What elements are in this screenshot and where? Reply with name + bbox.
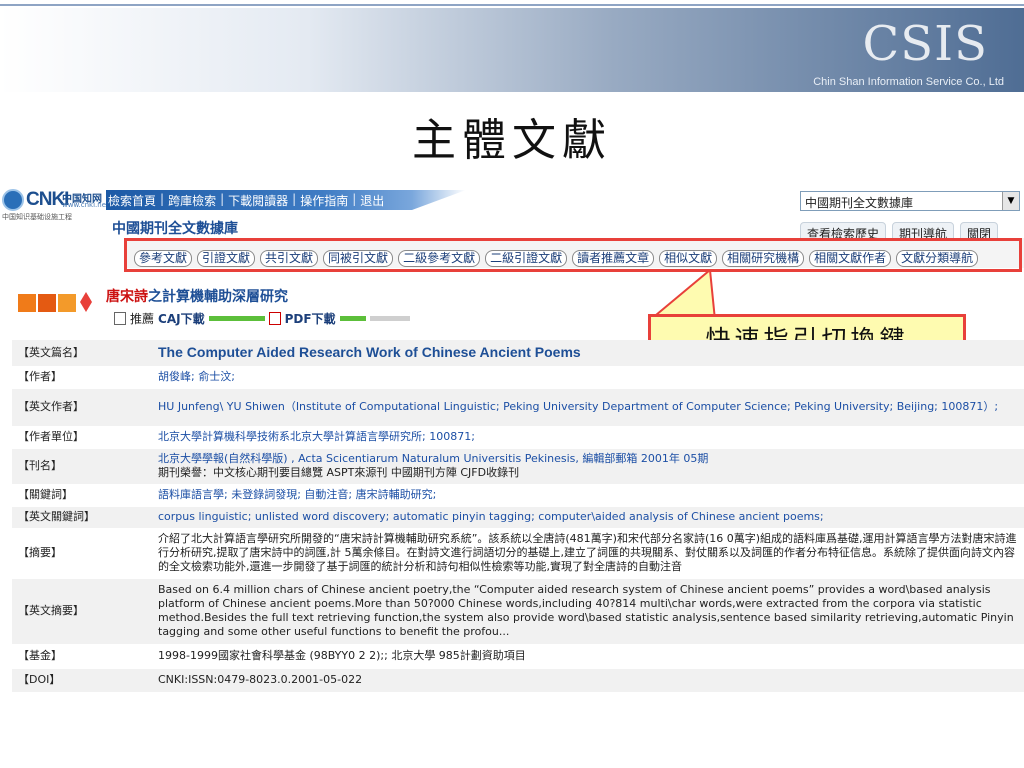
- slide-title: 主體文獻: [412, 115, 612, 166]
- fund-value: 1998-1999國家社會科學基金 (98BYY0 2 2);; 北京大學 98…: [158, 649, 526, 662]
- nav-download-reader[interactable]: 下載閱讀器: [228, 192, 288, 208]
- table-row: 【英文篇名】 The Computer Aided Research Work …: [12, 340, 1024, 367]
- pdf-popularity-bar-remaining: [369, 316, 410, 321]
- dropdown-arrow-icon[interactable]: ▼: [1002, 192, 1019, 210]
- table-row: 【關鍵詞】 語料庫語言學; 未登錄詞發現; 自動注音; 唐宋詩輔助研究;: [12, 484, 1024, 507]
- nav-separator: |: [220, 192, 225, 206]
- english-abstract-value: Based on 6.4 million chars of Chinese an…: [158, 583, 1014, 638]
- csis-logo: CSIS: [862, 16, 988, 72]
- table-row: 【作者】 胡俊峰; 俞士汶;: [12, 366, 1024, 389]
- table-row: 【基金】 1998-1999國家社會科學基金 (98BYY0 2 2);; 北京…: [12, 644, 1024, 669]
- table-row: 【刊名】 北京大學學報(自然科學版) , Acta Scicentiarum N…: [12, 448, 1024, 485]
- cnki-logo[interactable]: CNKI 中国知网 www.cnki.net: [2, 189, 109, 211]
- author-value[interactable]: 胡俊峰; 俞士汶;: [158, 370, 235, 383]
- table-row: 【英文關鍵詞】 corpus linguistic; unlisted word…: [12, 506, 1024, 529]
- affiliation-value[interactable]: 北京大學計算機科學技術系北京大學計算語言學研究所; 100871;: [158, 430, 475, 443]
- nav-separator: |: [160, 192, 165, 206]
- pdf-download-link[interactable]: PDF下載: [285, 310, 336, 327]
- caj-popularity-bar: [208, 316, 265, 321]
- logo-url: www.cnki.net: [62, 201, 109, 209]
- table-row: 【英文摘要】 Based on 6.4 million chars of Chi…: [12, 578, 1024, 645]
- row-label-fund: 【基金】: [12, 644, 152, 669]
- article-title-highlight: 唐宋詩: [106, 289, 148, 305]
- pdf-icon[interactable]: [268, 312, 281, 325]
- table-row: 【摘要】 介紹了北大計算語言學研究所開發的“唐宋詩計算機輔助研究系統”。該系統以…: [12, 528, 1024, 579]
- article-title: 唐宋詩之計算機輔助深層研究: [106, 286, 288, 306]
- row-label-doi: 【DOI】: [12, 668, 152, 693]
- highlight-box: [124, 238, 1022, 272]
- new-article-icon: [18, 292, 92, 312]
- row-label-english-abstract: 【英文摘要】: [12, 578, 152, 645]
- pdf-popularity-bar: [339, 316, 366, 321]
- row-label-author: 【作者】: [12, 366, 152, 389]
- row-label-english-title: 【英文篇名】: [12, 340, 152, 367]
- nav-logout[interactable]: 退出: [360, 192, 384, 208]
- callout-pointer: [648, 270, 717, 320]
- banner-top-line: [0, 4, 1024, 6]
- nav-guide[interactable]: 操作指南: [300, 192, 348, 208]
- row-label-keywords: 【關鍵詞】: [12, 484, 152, 507]
- nav-separator: |: [292, 192, 297, 206]
- row-label-journal: 【刊名】: [12, 448, 152, 485]
- keywords-value[interactable]: 語料庫語言學; 未登錄詞發現; 自動注音; 唐宋詩輔助研究;: [158, 488, 436, 501]
- table-row: 【DOI】 CNKI:ISSN:0479-8023.0.2001-05-022: [12, 668, 1024, 693]
- row-label-english-author: 【英文作者】: [12, 388, 152, 427]
- database-select[interactable]: 中國期刊全文數據庫 ▼: [800, 191, 1020, 211]
- top-nav: 檢索首頁 | 跨庫檢索 | 下載閱讀器 | 操作指南 | 退出: [108, 192, 384, 208]
- nav-search-home[interactable]: 檢索首頁: [108, 192, 156, 208]
- database-title: 中國期刊全文數據庫: [112, 221, 238, 237]
- abstract-value: 介紹了北大計算語言學研究所開發的“唐宋詩計算機輔助研究系統”。該系統以全唐詩(4…: [158, 532, 1017, 573]
- english-author-value[interactable]: HU Junfeng\ YU Shiwen（Institute of Compu…: [158, 400, 998, 413]
- english-keywords-value[interactable]: corpus linguistic; unlisted word discove…: [158, 510, 824, 523]
- download-row: 推薦 CAJ下載 PDF下載: [114, 310, 410, 327]
- table-row: 【英文作者】 HU Junfeng\ YU Shiwen（Institute o…: [12, 388, 1024, 427]
- article-info-table: 【英文篇名】 The Computer Aided Research Work …: [12, 340, 1024, 693]
- doi-value: CNKI:ISSN:0479-8023.0.2001-05-022: [158, 673, 363, 686]
- table-row: 【作者單位】 北京大學計算機科學技術系北京大學計算語言學研究所; 100871;: [12, 426, 1024, 449]
- nav-separator: |: [352, 192, 357, 206]
- row-label-english-keywords: 【英文關鍵詞】: [12, 506, 152, 529]
- logo-subtitle: 中国知识基础设施工程: [2, 213, 72, 221]
- database-select-value: 中國期刊全文數據庫: [805, 196, 914, 210]
- csis-banner: CSIS Chin Shan Information Service Co., …: [0, 8, 1024, 92]
- article-title-rest: 之計算機輔助深層研究: [148, 289, 288, 305]
- logo-globe-icon: [2, 189, 24, 211]
- english-title-value: The Computer Aided Research Work of Chin…: [158, 343, 581, 360]
- caj-download-link[interactable]: CAJ下載: [158, 310, 205, 327]
- company-name: Chin Shan Information Service Co., Ltd: [813, 76, 1004, 88]
- row-label-abstract: 【摘要】: [12, 528, 152, 579]
- recommend-icon[interactable]: [114, 312, 126, 325]
- row-label-affiliation: 【作者單位】: [12, 426, 152, 449]
- journal-honors: 期刊榮譽：中文核心期刊要目總覽 ASPT來源刊 中國期刊方陣 CJFD收錄刊: [158, 466, 520, 479]
- recommend-label[interactable]: 推薦: [130, 310, 154, 327]
- nav-cross-db-search[interactable]: 跨庫檢索: [168, 192, 216, 208]
- journal-value[interactable]: 北京大學學報(自然科學版) , Acta Scicentiarum Natura…: [158, 452, 1018, 466]
